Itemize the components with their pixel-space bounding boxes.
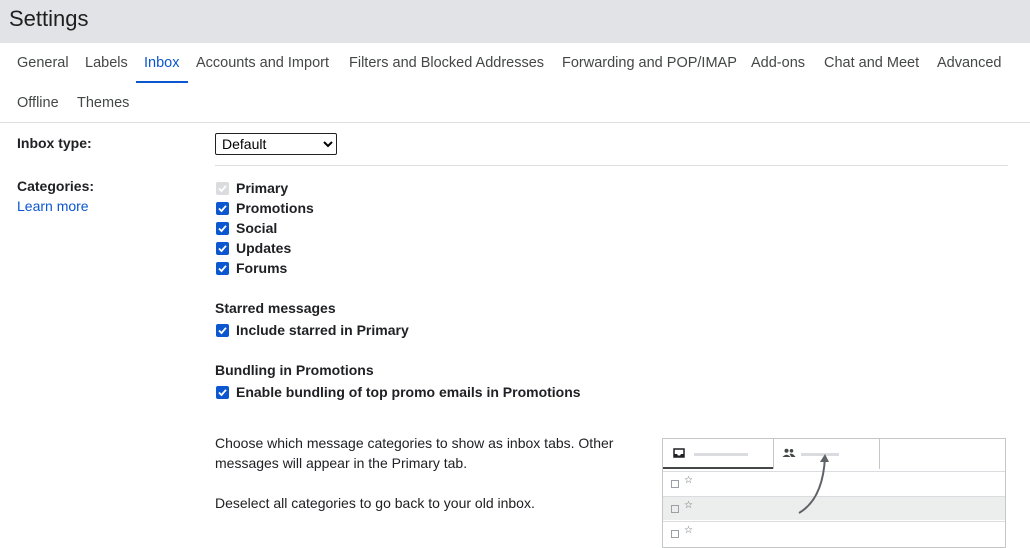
tab-inbox[interactable]: Inbox (144, 53, 179, 73)
curved-arrow-icon (798, 454, 829, 514)
tab-forwarding-and-pop-imap[interactable]: Forwarding and POP/IMAP (562, 53, 737, 73)
social-checkbox[interactable] (216, 222, 229, 235)
learn-more-link[interactable]: Learn more (17, 198, 89, 214)
primary-checkbox (216, 182, 229, 195)
inbox-type-label: Inbox type: (17, 135, 92, 151)
mini-checkbox (671, 530, 679, 538)
inbox-type-select[interactable]: Default (215, 133, 337, 155)
illustration-row: ☆ (663, 471, 1005, 495)
include-starred-label[interactable]: Include starred in Primary (236, 322, 409, 338)
star-icon: ☆ (684, 500, 693, 511)
include-starred-checkbox[interactable] (216, 324, 229, 337)
bundling-label[interactable]: Enable bundling of top promo emails in P… (236, 384, 581, 400)
check-icon (218, 327, 227, 335)
updates-checkbox[interactable] (216, 242, 229, 255)
tabs-divider (0, 122, 1030, 123)
bundling-title: Bundling in Promotions (215, 362, 374, 378)
inbox-icon (673, 448, 685, 458)
tab-chat-and-meet[interactable]: Chat and Meet (824, 53, 919, 73)
mini-checkbox (671, 505, 679, 513)
categories-description: Choose which message categories to show … (215, 435, 614, 471)
starred-messages-title: Starred messages (215, 300, 336, 316)
forums-label[interactable]: Forums (236, 260, 287, 276)
tab-advanced[interactable]: Advanced (937, 53, 1002, 73)
check-icon (218, 205, 227, 213)
mini-checkbox (671, 480, 679, 488)
settings-header: Settings (0, 0, 1030, 43)
illustration-primary-tab (663, 439, 773, 469)
deselect-hint: Deselect all categories to go back to yo… (215, 495, 535, 511)
promotions-label[interactable]: Promotions (236, 200, 314, 216)
tab-offline[interactable]: Offline (17, 93, 59, 113)
check-icon (218, 265, 227, 273)
social-label[interactable]: Social (236, 220, 277, 236)
check-icon (218, 185, 227, 193)
illustration-row: ☆ (663, 496, 1005, 520)
star-icon: ☆ (684, 525, 693, 536)
categories-label: Categories: (17, 178, 95, 194)
promotions-checkbox[interactable] (216, 202, 229, 215)
forums-checkbox[interactable] (216, 262, 229, 275)
tab-add-ons[interactable]: Add-ons (751, 53, 805, 73)
check-icon (218, 245, 227, 253)
tab-filters-and-blocked-addresses[interactable]: Filters and Blocked Addresses (349, 53, 544, 73)
tab-accounts-and-import[interactable]: Accounts and Import (196, 53, 329, 73)
illustration-row: ☆ (663, 521, 1005, 545)
check-icon (218, 389, 227, 397)
check-icon (218, 225, 227, 233)
tab-themes[interactable]: Themes (77, 93, 129, 113)
tab-labels[interactable]: Labels (85, 53, 128, 73)
section-divider (215, 165, 1008, 166)
placeholder-bar (694, 453, 748, 456)
bundling-checkbox[interactable] (216, 386, 229, 399)
active-tab-indicator (136, 81, 188, 83)
inbox-tabs-illustration: ☆ ☆ ☆ (662, 438, 1006, 548)
star-icon: ☆ (684, 475, 693, 486)
updates-label[interactable]: Updates (236, 240, 291, 256)
tab-general[interactable]: General (17, 53, 69, 73)
page-title: Settings (9, 6, 89, 31)
primary-label: Primary (236, 180, 289, 196)
